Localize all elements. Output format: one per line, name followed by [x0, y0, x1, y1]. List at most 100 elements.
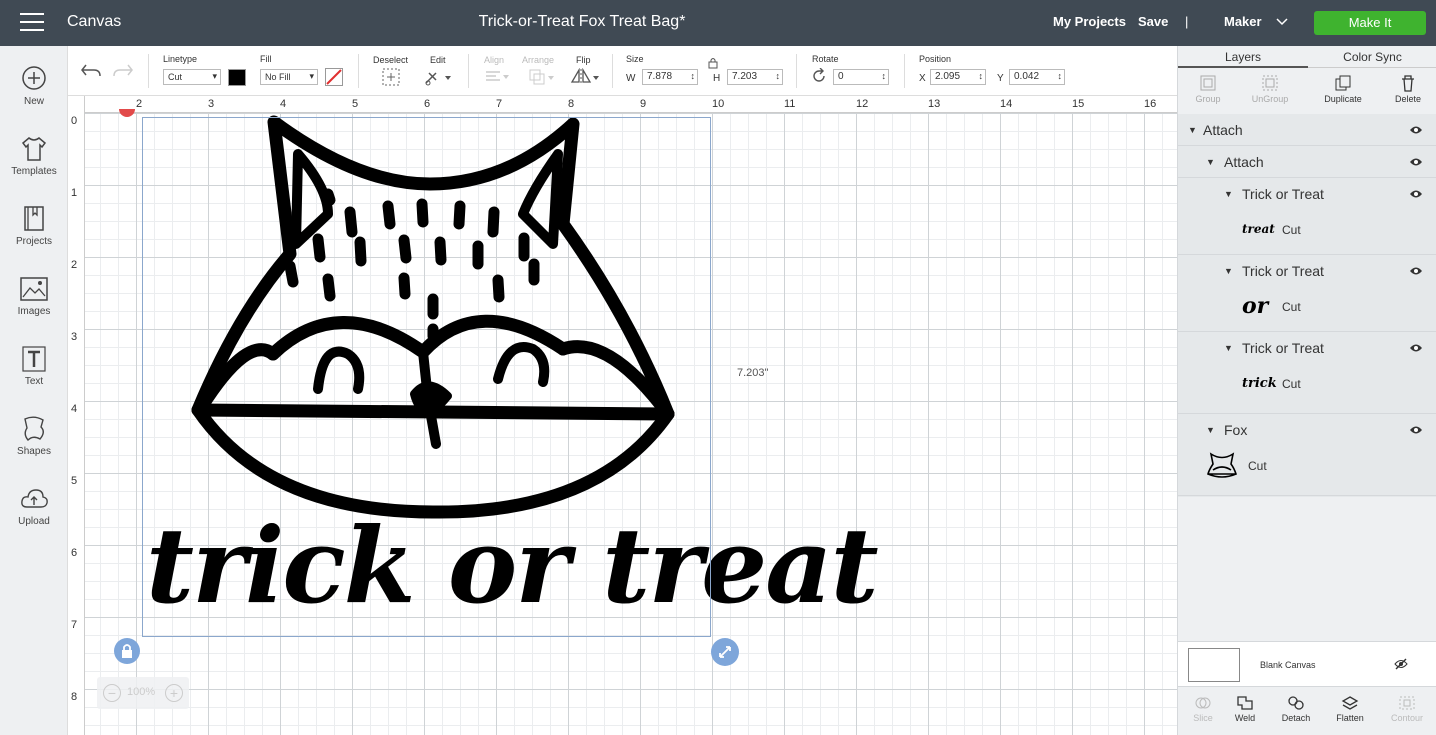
layer-name: Trick or Treat [1242, 186, 1324, 202]
image-icon [20, 277, 48, 301]
caret-down-icon[interactable]: ▼ [1206, 425, 1215, 435]
canvas-color-swatch[interactable] [1188, 648, 1240, 682]
zoom-level: 100% [127, 686, 156, 698]
eye-icon[interactable] [1409, 343, 1423, 353]
redo-icon[interactable] [112, 62, 134, 78]
sidebar-item-text[interactable]: Text [0, 344, 68, 387]
ruler-tick: 12 [856, 98, 869, 110]
lock-icon[interactable] [708, 57, 718, 69]
detach-button[interactable]: Detach [1271, 695, 1321, 723]
undo-icon[interactable] [80, 62, 102, 78]
ruler-tick: 16 [1144, 98, 1157, 110]
shapes-icon [24, 416, 44, 442]
caret-down-icon[interactable]: ▼ [1206, 157, 1215, 167]
linetype-select[interactable]: Cut [163, 69, 221, 85]
deselect-icon[interactable] [382, 68, 400, 86]
height-label: H [713, 73, 721, 84]
arrange-label: Arrange [522, 55, 555, 65]
y-label: Y [997, 73, 1004, 84]
sidebar-label-projects: Projects [15, 236, 53, 247]
ruler-tick: 7 [71, 619, 78, 631]
eye-hidden-icon[interactable] [1394, 658, 1408, 670]
ruler-tick: 15 [1072, 98, 1085, 110]
layer-fox[interactable]: ▼ Fox Cut [1178, 414, 1436, 496]
layer-group-attach[interactable]: ▼ Attach [1178, 114, 1436, 146]
layers-panel: Layers Color Sync Group UnGroup Duplicat… [1177, 46, 1436, 735]
duplicate-label: Duplicate [1324, 94, 1362, 104]
caret-down-icon[interactable]: ▼ [1224, 266, 1233, 276]
no-fill-swatch-icon[interactable] [325, 68, 343, 86]
flatten-button[interactable]: Flatten [1325, 695, 1375, 723]
rotate-label: Rotate [812, 54, 839, 64]
make-it-button[interactable]: Make It [1314, 11, 1426, 35]
design-canvas[interactable]: 2 3 4 5 6 7 8 9 10 11 12 13 14 15 16 0 1… [68, 96, 1177, 735]
zoom-in-button[interactable]: + [165, 684, 183, 702]
ungroup-icon [1262, 75, 1278, 91]
linetype-color-swatch[interactable] [228, 69, 246, 86]
delete-button[interactable]: Delete [1378, 74, 1436, 104]
document-title: Trick-or-Treat Fox Treat Bag* [478, 13, 686, 30]
x-position-input[interactable]: 2.095 [930, 69, 986, 85]
eye-icon[interactable] [1409, 266, 1423, 276]
eye-icon[interactable] [1409, 425, 1423, 435]
rotate-input[interactable]: 0 [833, 69, 889, 85]
ruler-tick: 1 [71, 187, 78, 199]
header-separator: | [1185, 14, 1189, 29]
duplicate-button[interactable]: Duplicate [1313, 74, 1373, 104]
toolbar-divider [358, 54, 359, 88]
layer-group-trick-or-treat[interactable]: ▼ Trick or Treat or Cut [1178, 255, 1436, 332]
ruler-tick: 6 [424, 98, 431, 110]
ruler-tick: 5 [71, 475, 78, 487]
flip-icon[interactable] [570, 68, 600, 86]
blank-canvas-row[interactable]: Blank Canvas [1178, 641, 1436, 686]
weld-button[interactable]: Weld [1220, 695, 1270, 723]
caret-down-icon[interactable]: ▼ [1224, 189, 1233, 199]
align-icon[interactable] [484, 69, 510, 85]
eye-icon[interactable] [1409, 189, 1423, 199]
tab-color-sync[interactable]: Color Sync [1308, 46, 1436, 68]
sidebar-label-text: Text [24, 376, 44, 387]
save-button[interactable]: Save [1138, 14, 1168, 29]
sidebar-item-images[interactable]: Images [0, 274, 68, 317]
ungroup-button[interactable]: UnGroup [1240, 74, 1300, 104]
caret-down-icon[interactable]: ▼ [1224, 343, 1233, 353]
arrange-icon[interactable] [528, 68, 556, 86]
group-button[interactable]: Group [1178, 74, 1238, 104]
contour-button[interactable]: Contour [1382, 695, 1432, 723]
selection-box[interactable] [142, 117, 711, 637]
machine-select[interactable]: Maker [1224, 14, 1288, 29]
height-input[interactable]: 7.203 [727, 69, 783, 85]
layer-name: Trick or Treat [1242, 340, 1324, 356]
resize-handle[interactable] [711, 638, 739, 666]
ruler-tick: 3 [208, 98, 215, 110]
layer-thumbnail: treat [1242, 222, 1275, 236]
sidebar-item-projects[interactable]: Projects [0, 204, 68, 247]
detach-icon [1288, 696, 1304, 710]
lock-proportions-handle[interactable] [114, 638, 140, 664]
layer-group-attach[interactable]: ▼ Attach [1178, 146, 1436, 178]
toolbar-divider [148, 54, 149, 88]
zoom-out-button[interactable]: − [103, 684, 121, 702]
y-position-input[interactable]: 0.042 [1009, 69, 1065, 85]
eye-icon[interactable] [1409, 125, 1423, 135]
align-label: Align [484, 55, 505, 65]
width-input[interactable]: 7.878 [642, 69, 698, 85]
layer-group-trick-or-treat[interactable]: ▼ Trick or Treat trick Cut [1178, 332, 1436, 414]
delete-label: Delete [1394, 94, 1421, 104]
edit-tools-icon[interactable] [424, 68, 452, 86]
layer-operation: Cut [1282, 300, 1301, 314]
remove-handle[interactable] [119, 109, 135, 117]
sidebar-item-upload[interactable]: Upload [0, 484, 68, 527]
my-projects-link[interactable]: My Projects [1053, 14, 1126, 29]
eye-icon[interactable] [1409, 157, 1423, 167]
layer-group-trick-or-treat[interactable]: ▼ Trick or Treat treat Cut [1178, 178, 1436, 255]
tab-layers[interactable]: Layers [1178, 46, 1308, 68]
sidebar-item-new[interactable]: New [0, 64, 68, 107]
sidebar-item-templates[interactable]: Templates [0, 134, 68, 177]
ruler-tick: 10 [712, 98, 725, 110]
caret-down-icon[interactable]: ▼ [1188, 125, 1197, 135]
x-label: X [919, 73, 926, 84]
slice-label: Slice [1193, 713, 1213, 723]
fill-select[interactable]: No Fill [260, 69, 318, 85]
sidebar-item-shapes[interactable]: Shapes [0, 414, 68, 457]
